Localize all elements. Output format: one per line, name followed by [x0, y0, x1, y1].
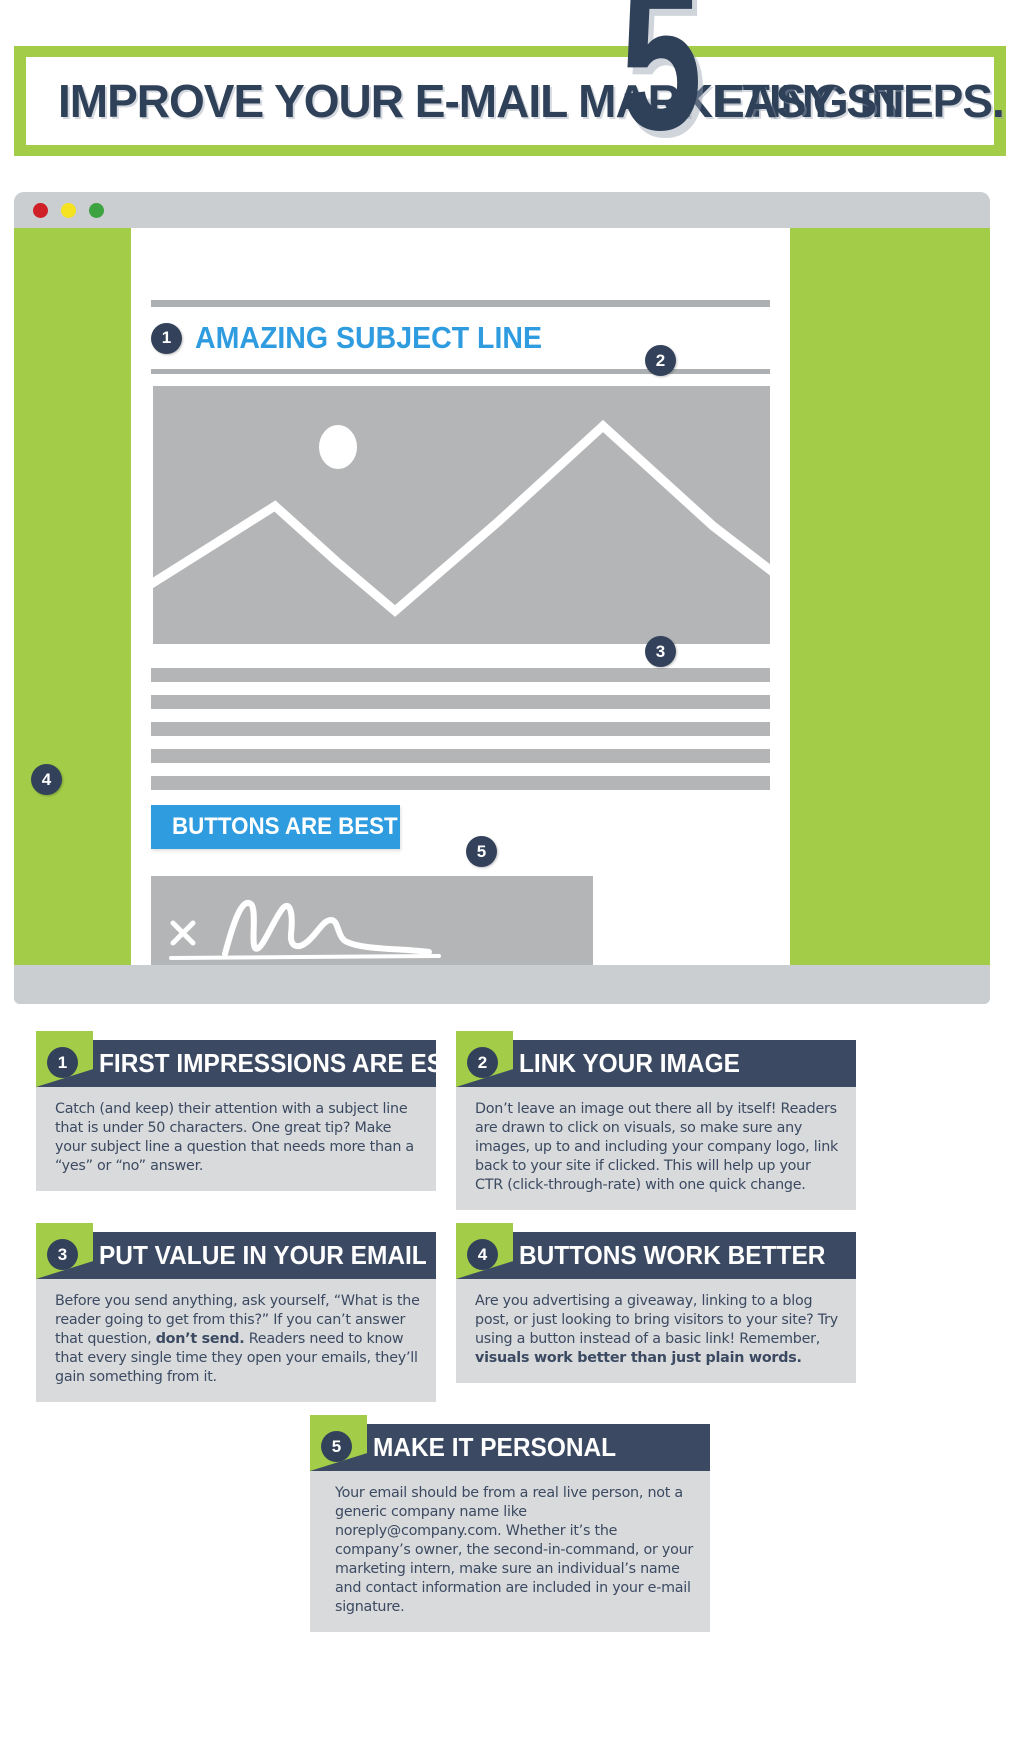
- body-line: [151, 668, 770, 682]
- close-dot-icon[interactable]: [33, 202, 48, 218]
- subject-line-text: AMAZING SUBJECT LINE: [195, 320, 543, 355]
- marker-badge-2: 2: [645, 345, 676, 376]
- tip-card-5-body: Your email should be from a real live pe…: [310, 1471, 710, 1632]
- tip-card-2-title: LINK YOUR IMAGE: [519, 1048, 740, 1078]
- tip-card-4-header: 4 BUTTONS WORK BETTER: [456, 1223, 856, 1279]
- browser-viewport: 1 AMAZING SUBJECT LINE BUTTONS ARE BEST …: [14, 228, 990, 984]
- marker-badge-5: 5: [466, 836, 497, 867]
- card-number-badge-5: 5: [321, 1431, 352, 1462]
- tip-card-5-title: MAKE IT PERSONAL: [373, 1432, 617, 1462]
- card-number-badge-3: 3: [47, 1239, 78, 1270]
- header-inner-panel: IMPROVE YOUR E-MAIL MARKETING IN EASY ST…: [26, 57, 1005, 145]
- minimize-dot-icon[interactable]: [61, 202, 76, 218]
- card-row-1: 1 FIRST IMPRESSIONS ARE ESSENTIAL Catch …: [36, 1031, 984, 1210]
- headline-text-post: EASY STEPS.: [714, 75, 1005, 127]
- tip-card-4-body: Are you advertising a giveaway, linking …: [456, 1279, 856, 1383]
- tips-card-grid: 1 FIRST IMPRESSIONS ARE ESSENTIAL Catch …: [36, 1031, 984, 1654]
- tip-card-3-body-bold: don’t send.: [155, 1331, 245, 1347]
- body-line: [151, 722, 770, 736]
- tip-card-5: 5 MAKE IT PERSONAL Your email should be …: [310, 1415, 710, 1632]
- body-line: [151, 776, 770, 790]
- email-page-sheet: 1 AMAZING SUBJECT LINE BUTTONS ARE BEST: [131, 228, 790, 984]
- tip-card-3-body: Before you send anything, ask yourself, …: [36, 1279, 436, 1402]
- card-row-2: 3 PUT VALUE IN YOUR EMAIL Before you sen…: [36, 1223, 984, 1402]
- tip-card-3-title: PUT VALUE IN YOUR EMAIL: [99, 1240, 427, 1270]
- browser-titlebar: [14, 192, 990, 228]
- tip-card-1: 1 FIRST IMPRESSIONS ARE ESSENTIAL Catch …: [36, 1031, 548, 1210]
- marker-badge-3: 3: [645, 636, 676, 667]
- card-row-3: 5 MAKE IT PERSONAL Your email should be …: [36, 1415, 984, 1632]
- tip-card-4: 4 BUTTONS WORK BETTER Are you advertisin…: [456, 1223, 856, 1402]
- browser-window-mockup: 1 AMAZING SUBJECT LINE BUTTONS ARE BEST …: [14, 192, 990, 1004]
- tip-card-2-body: Don’t leave an image out there all by it…: [456, 1087, 856, 1210]
- marker-badge-4: 4: [31, 764, 62, 795]
- tip-card-1-header: 1 FIRST IMPRESSIONS ARE ESSENTIAL: [36, 1031, 548, 1087]
- tip-card-2-header: 2 LINK YOUR IMAGE: [456, 1031, 856, 1087]
- tip-card-4-body-part1: Are you advertising a giveaway, linking …: [475, 1293, 839, 1347]
- hero-image-placeholder[interactable]: [153, 386, 770, 644]
- tip-card-4-title: BUTTONS WORK BETTER: [519, 1240, 826, 1270]
- header-banner: IMPROVE YOUR E-MAIL MARKETING IN EASY ST…: [14, 46, 1006, 156]
- tip-card-1-body: Catch (and keep) their attention with a …: [36, 1087, 436, 1191]
- subject-line-block: 1 AMAZING SUBJECT LINE: [151, 300, 770, 374]
- browser-footer-bar: [14, 965, 990, 1004]
- subject-row: 1 AMAZING SUBJECT LINE: [151, 316, 770, 360]
- card-number-badge-4: 4: [467, 1239, 498, 1270]
- cta-button-label: BUTTONS ARE BEST: [172, 813, 398, 840]
- tip-card-5-header: 5 MAKE IT PERSONAL: [310, 1415, 710, 1471]
- body-text-placeholder-lines: [151, 668, 770, 803]
- body-line: [151, 749, 770, 763]
- maximize-dot-icon[interactable]: [89, 202, 104, 218]
- tip-card-2: 2 LINK YOUR IMAGE Don’t leave an image o…: [456, 1031, 856, 1210]
- subject-rule-top: [151, 300, 770, 307]
- tip-card-4-body-bold: visuals work better than just plain word…: [475, 1350, 802, 1366]
- body-line: [151, 695, 770, 709]
- mountain-range-icon: [153, 419, 770, 617]
- big-number-five: 5: [620, 0, 703, 173]
- tip-card-3: 3 PUT VALUE IN YOUR EMAIL Before you sen…: [36, 1223, 436, 1402]
- card-number-badge-2: 2: [467, 1047, 498, 1078]
- tip-card-3-header: 3 PUT VALUE IN YOUR EMAIL: [36, 1223, 436, 1279]
- buttons-are-best-button[interactable]: BUTTONS ARE BEST: [151, 805, 400, 849]
- cta-button-area: BUTTONS ARE BEST: [151, 805, 400, 849]
- card-number-badge-1: 1: [47, 1047, 78, 1078]
- subject-rule-bottom: [151, 369, 770, 374]
- marker-badge-1: 1: [151, 322, 182, 354]
